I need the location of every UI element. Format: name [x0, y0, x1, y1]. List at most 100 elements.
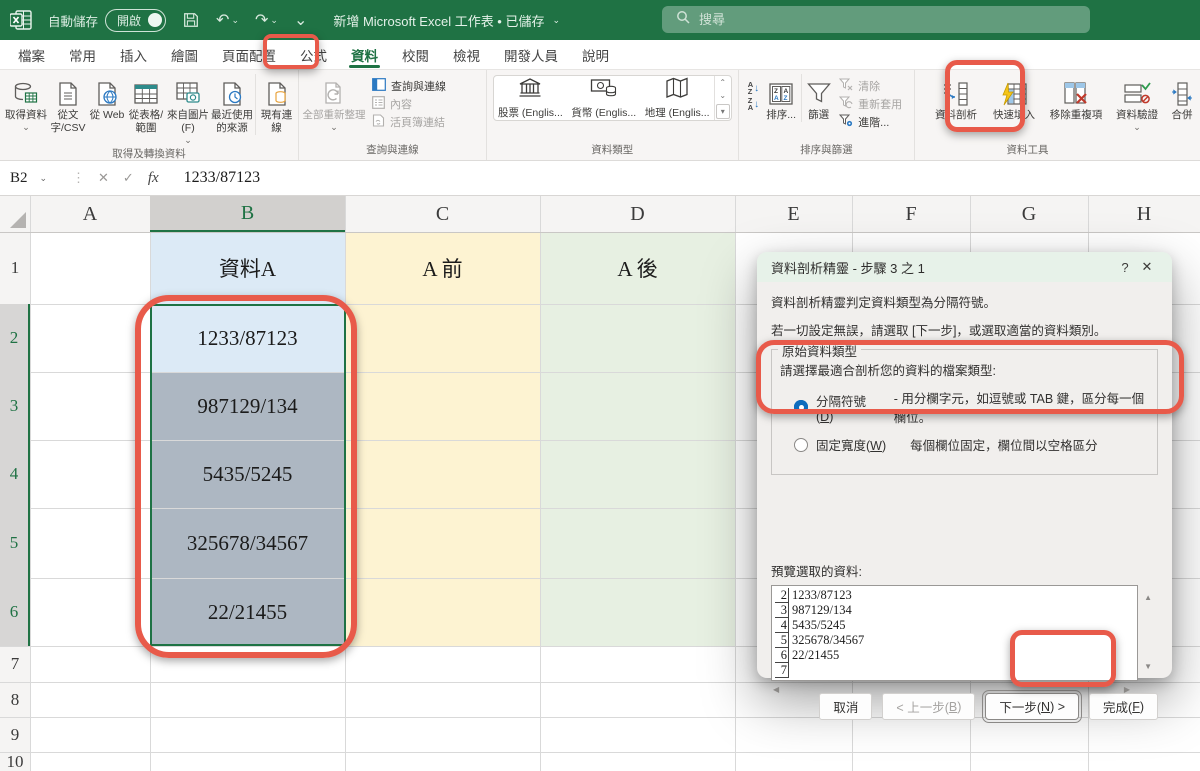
gallery-more-button[interactable]: ▾ — [716, 104, 730, 119]
stocks-button[interactable]: 股票 (Englis... — [494, 76, 567, 120]
next-button[interactable]: 下一步(N) > — [985, 693, 1079, 720]
tab-help[interactable]: 說明 — [570, 40, 621, 69]
row-header-3[interactable]: 3 — [0, 372, 30, 440]
from-web-button[interactable]: 從 Web — [89, 74, 125, 122]
gallery-down-button[interactable]: ⌄ — [715, 89, 731, 102]
row-header-4[interactable]: 4 — [0, 440, 30, 508]
tab-home[interactable]: 常用 — [57, 40, 108, 69]
name-box[interactable]: B2 ⌄ — [0, 170, 66, 187]
row-header-10[interactable]: 10 — [0, 752, 30, 771]
autosave-toggle[interactable]: 開啟 — [105, 9, 166, 32]
column-header-G[interactable]: G — [970, 196, 1088, 232]
preview-box[interactable]: 21233/87123 3987129/134 45435/5245 53256… — [771, 585, 1138, 681]
column-header-B[interactable]: B — [150, 196, 345, 232]
text-to-columns-button[interactable]: 資料剖析 — [929, 74, 983, 122]
scroll-right-icon[interactable]: ▶ — [1124, 685, 1130, 694]
properties-button[interactable]: 內容 — [372, 95, 446, 113]
get-data-button[interactable]: 取得資料⌄ — [5, 74, 47, 133]
redo-button[interactable]: ↷⌄ — [255, 10, 278, 30]
back-button[interactable]: < 上一步(B) — [882, 693, 975, 720]
insert-function-icon[interactable]: fx — [141, 170, 166, 187]
column-header-E[interactable]: E — [735, 196, 852, 232]
cell-B4[interactable]: 5435/5245 — [150, 440, 345, 508]
existing-connections-button[interactable]: 現有連線 — [255, 74, 293, 135]
cells-C2-C6[interactable] — [345, 304, 540, 646]
tab-insert[interactable]: 插入 — [108, 40, 159, 69]
tab-developer[interactable]: 開發人員 — [492, 40, 570, 69]
row-header-7[interactable]: 7 — [0, 646, 30, 682]
scroll-up-icon[interactable]: ▲ — [1144, 593, 1152, 602]
help-icon[interactable]: ? — [1114, 260, 1136, 275]
row-header-2[interactable]: 2 — [0, 304, 30, 372]
row-header-6[interactable]: 6 — [0, 578, 30, 646]
filter-button[interactable]: 篩選 — [801, 74, 835, 122]
queries-connections-button[interactable]: 查詢與連線 — [372, 77, 446, 95]
cell-B6[interactable]: 22/21455 — [150, 578, 345, 646]
cell-B5[interactable]: 325678/34567 — [150, 508, 345, 578]
column-header-D[interactable]: D — [540, 196, 735, 232]
column-header-A[interactable]: A — [30, 196, 150, 232]
toolbar-more-button[interactable]: ⌄ — [294, 10, 307, 30]
gallery-up-button[interactable]: ⌃ — [715, 76, 731, 89]
tab-review[interactable]: 校閱 — [390, 40, 441, 69]
data-validation-button[interactable]: 資料驗證⌄ — [1111, 74, 1163, 133]
tab-formulas[interactable]: 公式 — [288, 40, 339, 69]
refresh-all-button[interactable]: 全部重新整理⌄ — [302, 74, 366, 133]
consolidate-button[interactable]: 合併 — [1167, 74, 1197, 122]
advanced-filter-button[interactable]: 進階... — [839, 113, 902, 131]
tab-view[interactable]: 檢視 — [441, 40, 492, 69]
currencies-button[interactable]: 貨幣 (Englis... — [567, 76, 640, 120]
row-header-1[interactable]: 1 — [0, 232, 30, 304]
formula-input[interactable]: 1233/87123 — [184, 169, 260, 187]
from-picture-button[interactable]: 來自圖片(F)⌄ — [167, 74, 209, 147]
from-text-csv-button[interactable]: 從文字/CSV — [47, 74, 89, 135]
flash-fill-button[interactable]: 快速填入 — [987, 74, 1041, 122]
scroll-left-icon[interactable]: ◀ — [773, 685, 779, 694]
cell-B1[interactable]: 資料A — [150, 232, 345, 304]
cell-D1[interactable]: A 後 — [540, 232, 735, 304]
column-header-F[interactable]: F — [852, 196, 970, 232]
autosave-control[interactable]: 自動儲存 開啟 — [48, 9, 166, 32]
close-icon[interactable]: ✕ — [1136, 259, 1158, 275]
search-input[interactable] — [699, 12, 1039, 27]
remove-duplicates-button[interactable]: 移除重複項 — [1045, 74, 1107, 122]
undo-button[interactable]: ↶⌄ — [216, 10, 239, 30]
clear-filter-button[interactable]: 清除 — [839, 77, 902, 95]
row-header-9[interactable]: 9 — [0, 717, 30, 752]
reapply-filter-button[interactable]: 重新套用 — [839, 95, 902, 113]
tab-draw[interactable]: 繪圖 — [159, 40, 210, 69]
fixed-width-radio-label[interactable]: 固定寬度(W) — [816, 435, 886, 454]
cancel-button[interactable]: 取消 — [819, 693, 872, 720]
cells-D2-D6[interactable] — [540, 304, 735, 646]
tab-file[interactable]: 檔案 — [6, 40, 57, 69]
column-header-C[interactable]: C — [345, 196, 540, 232]
delimited-radio[interactable] — [794, 400, 808, 414]
from-table-range-button[interactable]: 從表格/範圍 — [125, 74, 167, 135]
row-header-5[interactable]: 5 — [0, 508, 30, 578]
delimited-radio-label[interactable]: 分隔符號(D) — [816, 391, 876, 424]
cell-B3[interactable]: 987129/134 — [150, 372, 345, 440]
tab-page-layout[interactable]: 頁面配置 — [210, 40, 288, 69]
geography-button[interactable]: 地理 (Englis... — [640, 76, 713, 120]
excel-logo-icon[interactable] — [8, 8, 34, 32]
column-header-H[interactable]: H — [1088, 196, 1200, 232]
save-button[interactable] — [182, 11, 200, 29]
sort-descending-button[interactable]: ZA↓ — [746, 96, 761, 112]
fixed-width-radio[interactable] — [794, 438, 808, 452]
cell-B2[interactable]: 1233/87123 — [150, 304, 345, 372]
confirm-entry-icon[interactable]: ✓ — [116, 170, 141, 186]
search-bar[interactable] — [662, 6, 1090, 33]
workbook-links-button[interactable]: 活頁簿連結 — [372, 113, 446, 131]
tab-data[interactable]: 資料 — [339, 40, 390, 69]
svg-text:A: A — [774, 95, 779, 102]
recent-sources-button[interactable]: 最近使用的來源 — [209, 74, 255, 135]
cell-C1[interactable]: A 前 — [345, 232, 540, 304]
scroll-down-icon[interactable]: ▼ — [1144, 662, 1152, 671]
sort-ascending-button[interactable]: AZ↓ — [746, 80, 761, 96]
select-all-corner[interactable] — [0, 196, 30, 232]
cancel-entry-icon[interactable]: ✕ — [91, 170, 116, 186]
finish-button[interactable]: 完成(F) — [1089, 693, 1158, 720]
sort-button[interactable]: ZAAZ 排序... — [763, 74, 799, 122]
row-header-8[interactable]: 8 — [0, 682, 30, 717]
chevron-down-icon[interactable]: ⌄ — [552, 15, 560, 26]
